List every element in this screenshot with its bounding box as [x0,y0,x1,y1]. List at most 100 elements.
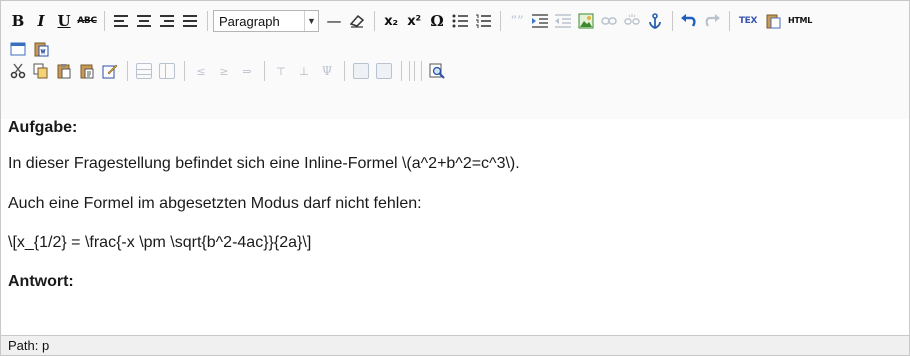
strikethrough-button[interactable]: ABC [76,10,98,32]
rich-text-editor: B I U ABC Paragraph ▼ — x₂ x² Ω “” TEX H… [0,0,910,356]
paste-icon [766,14,781,29]
toolbar-separator [409,61,410,81]
undo-icon [681,14,696,27]
redo-button[interactable] [701,10,723,32]
align-right-icon [160,15,174,27]
copy-button[interactable] [30,60,52,82]
numbered-list-button[interactable] [472,10,494,32]
col-after-button[interactable]: ⊥ [293,60,315,82]
unlink-button[interactable] [621,10,643,32]
table-properties-icon [159,63,175,79]
toolbar-separator [729,11,730,31]
subscript-button[interactable]: x₂ [380,10,402,32]
edit-document-button[interactable] [99,60,121,82]
format-select-value: Paragraph [219,13,280,29]
paste-word-icon [34,42,49,57]
preview-button[interactable] [426,60,448,82]
row-after-button[interactable]: ≥ [213,60,235,82]
align-right-button[interactable] [156,10,178,32]
toolbar-separator [414,61,415,81]
remove-format-button[interactable] [346,10,368,32]
toolbar-separator [401,61,402,81]
anchor-button[interactable] [644,10,666,32]
copy-icon [33,63,48,79]
merge-cells-button[interactable] [373,60,395,82]
toolbar-separator [672,11,673,31]
col-after-icon: ⊥ [298,64,310,78]
bullet-list-icon [452,14,468,28]
status-bar-path: Path: p [1,335,909,355]
row-before-button[interactable]: ≤ [190,60,212,82]
col-before-button[interactable]: ⊤ [270,60,292,82]
underline-button[interactable]: U [53,10,75,32]
toolbar-separator [127,61,128,81]
align-justify-button[interactable] [179,10,201,32]
undo-button[interactable] [678,10,700,32]
chevron-down-icon: ▼ [304,11,318,31]
align-left-icon [114,15,128,27]
bold-button[interactable]: B [7,10,29,32]
table-properties-button[interactable] [156,60,178,82]
paste-text-button[interactable] [76,60,98,82]
delete-col-button[interactable]: Ψ [316,60,338,82]
toolbar-row-3: ≤ ≥ ⇒ ⊤ ⊥ Ψ [7,57,449,85]
edit-document-icon [102,64,118,79]
toolbar-separator [421,61,422,81]
content-line-inline-formula: In dieser Fragestellung befindet sich ei… [8,155,520,172]
split-cells-button[interactable] [350,60,372,82]
paste-button-small[interactable] [762,10,784,32]
eraser-icon [349,14,365,28]
editor-content-area[interactable]: Aufgabe: In dieser Fragestellung befinde… [1,119,909,333]
table-icon [136,63,152,79]
paste-text-icon [80,64,94,79]
anchor-icon [649,13,661,29]
col-before-icon: ⊤ [275,64,287,78]
row-after-icon: ≥ [219,64,229,78]
indent-button[interactable] [529,10,551,32]
toolbar-separator [500,11,501,31]
delete-row-icon: ⇒ [242,64,252,78]
delete-col-icon: Ψ [321,64,333,78]
html-source-button[interactable]: HTML [785,10,815,32]
align-center-button[interactable] [133,10,155,32]
content-line-display-formula: \[x_{1/2} = \frac{-x \pm \sqrt{b^2-4ac}}… [8,234,312,251]
special-character-button[interactable]: Ω [426,10,448,32]
delete-row-button[interactable]: ⇒ [236,60,258,82]
heading-antwort: Antwort: [8,273,74,290]
magnifier-icon [429,63,445,79]
toolbar-separator [104,11,105,31]
outdent-icon [555,14,571,28]
toolbar-separator [374,11,375,31]
window-icon [10,42,26,56]
scissors-icon [10,63,26,79]
bullet-list-button[interactable] [449,10,471,32]
row-before-icon: ≤ [196,64,206,78]
align-justify-icon [183,15,197,27]
insert-image-button[interactable] [575,10,597,32]
content-line-display-intro: Auch eine Formel im abgesetzten Modus da… [8,195,422,212]
outdent-button[interactable] [552,10,574,32]
toolbar-separator [184,61,185,81]
horizontal-rule-button[interactable]: — [323,10,345,32]
toolbar-separator [344,61,345,81]
align-center-icon [137,15,151,27]
toolbar-separator [207,11,208,31]
superscript-button[interactable]: x² [403,10,425,32]
paste-icon [57,64,71,79]
image-icon [578,13,594,29]
indent-icon [532,14,548,28]
italic-button[interactable]: I [30,10,52,32]
merge-cells-icon [376,63,392,79]
cut-button[interactable] [7,60,29,82]
toolbar-separator [264,61,265,81]
redo-icon [705,14,720,27]
link-button[interactable] [598,10,620,32]
tex-button[interactable]: TEX [735,10,761,32]
blockquote-button[interactable]: “” [506,10,528,32]
unlink-icon [624,14,640,25]
paste-button[interactable] [53,60,75,82]
format-select[interactable]: Paragraph ▼ [213,10,319,32]
numbered-list-icon [476,14,491,28]
align-left-button[interactable] [110,10,132,32]
insert-table-button[interactable] [133,60,155,82]
